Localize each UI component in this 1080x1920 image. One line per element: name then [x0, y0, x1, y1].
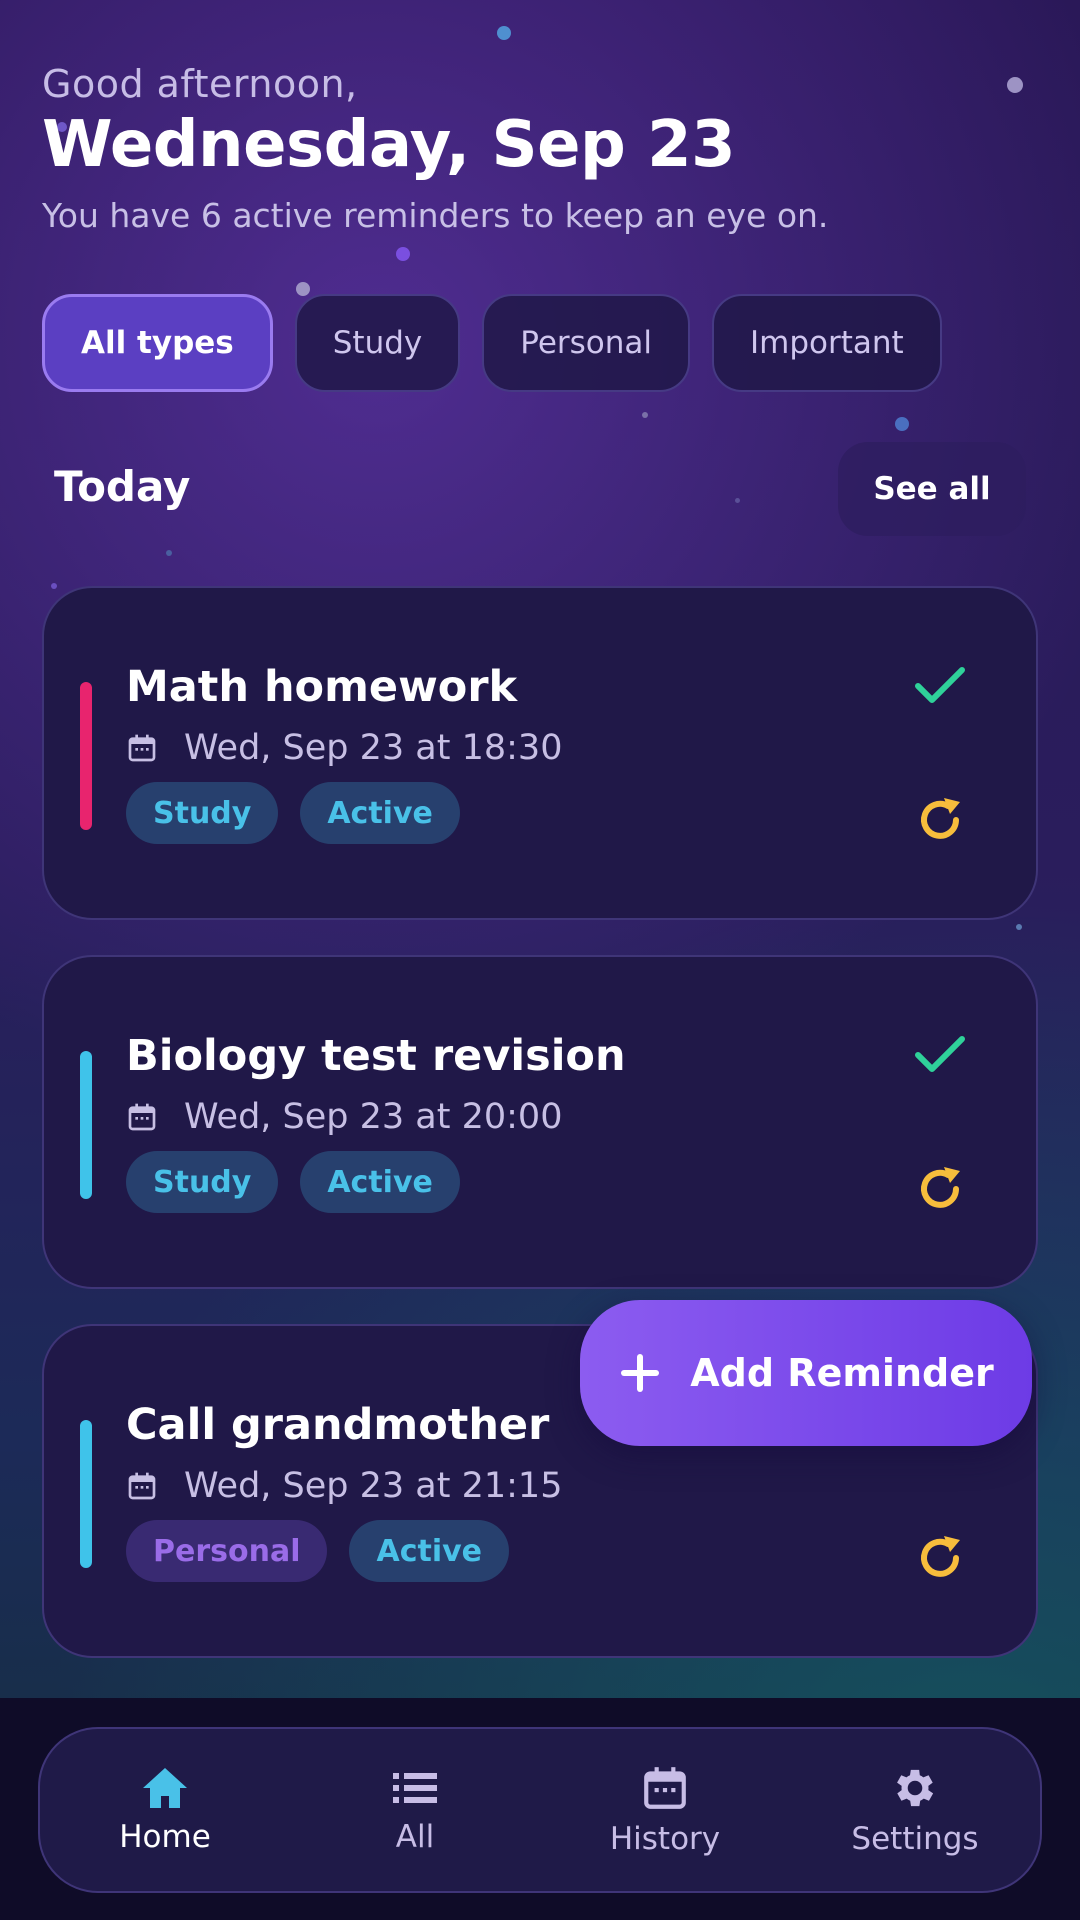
decorative-particle — [735, 498, 740, 503]
reminder-card[interactable]: Math homework Wed, Sep 23 at 18:30 Study… — [42, 586, 1038, 920]
decorative-particle — [51, 583, 57, 589]
reminder-time: Wed, Sep 23 at 18:30 — [126, 728, 562, 768]
check-icon[interactable] — [912, 662, 968, 710]
filter-study[interactable]: Study — [294, 294, 461, 392]
status-tag: Active — [349, 1520, 510, 1582]
category-tag: Study — [126, 782, 279, 844]
calendar-icon — [128, 734, 156, 762]
category-tag: Study — [126, 1151, 279, 1213]
reminder-time: Wed, Sep 23 at 21:15 — [126, 1466, 562, 1506]
nav-item-all[interactable]: All — [315, 1765, 515, 1855]
nav-label: Settings — [851, 1821, 979, 1857]
filter-chips: All types Study Personal Important — [42, 294, 942, 392]
reminder-accent-bar — [80, 682, 92, 830]
reminder-summary: You have 6 active reminders to keep an e… — [42, 196, 829, 235]
nav-item-history[interactable]: History — [565, 1763, 765, 1857]
reminder-time-text: Wed, Sep 23 at 21:15 — [184, 1466, 563, 1506]
filter-important[interactable]: Important — [712, 294, 942, 392]
decorative-particle — [396, 247, 410, 261]
nav-label: Home — [119, 1819, 211, 1855]
reminder-title: Call grandmother — [126, 1400, 550, 1450]
bottom-navigation: Home All History Settings — [38, 1727, 1042, 1893]
reminder-accent-bar — [80, 1051, 92, 1199]
refresh-icon[interactable] — [914, 1532, 966, 1584]
section-title: Today — [54, 462, 191, 511]
add-reminder-button[interactable]: Add Reminder — [580, 1300, 1032, 1446]
date-title: Wednesday, Sep 23 — [42, 108, 736, 182]
greeting-text: Good afternoon, — [42, 62, 358, 106]
gear-icon — [897, 1769, 934, 1807]
reminder-time: Wed, Sep 23 at 20:00 — [126, 1097, 562, 1137]
status-tag: Active — [300, 782, 460, 844]
refresh-icon[interactable] — [914, 1163, 966, 1215]
nav-item-home[interactable]: Home — [65, 1765, 265, 1855]
status-tag: Active — [300, 1151, 460, 1213]
decorative-particle — [642, 412, 648, 418]
decorative-particle — [497, 26, 511, 40]
header: Good afternoon, Wednesday, Sep 23 You ha… — [42, 62, 1042, 235]
check-icon[interactable] — [912, 1031, 968, 1079]
decorative-particle — [166, 550, 172, 556]
home-icon — [143, 1768, 187, 1808]
filter-all-types[interactable]: All types — [42, 294, 273, 392]
nav-item-settings[interactable]: Settings — [815, 1763, 1015, 1857]
calendar-icon — [128, 1472, 156, 1500]
decorative-particle — [1016, 924, 1022, 930]
category-tag: Personal — [126, 1520, 328, 1582]
calendar-icon — [128, 1103, 156, 1131]
reminder-tags: Personal Active — [126, 1520, 510, 1582]
reminder-time-text: Wed, Sep 23 at 20:00 — [184, 1097, 563, 1137]
calendar-icon — [644, 1767, 686, 1809]
reminder-title: Biology test revision — [126, 1031, 626, 1081]
see-all-button[interactable]: See all — [838, 442, 1026, 536]
filter-personal[interactable]: Personal — [482, 294, 691, 392]
plus-icon — [621, 1354, 660, 1392]
nav-label: All — [395, 1819, 435, 1855]
refresh-icon[interactable] — [914, 794, 966, 846]
reminder-tags: Study Active — [126, 782, 460, 844]
decorative-particle — [895, 417, 909, 431]
add-reminder-label: Add Reminder — [690, 1351, 994, 1395]
reminder-title: Math homework — [126, 662, 518, 712]
reminder-card[interactable]: Biology test revision Wed, Sep 23 at 20:… — [42, 955, 1038, 1289]
list-icon — [393, 1773, 437, 1803]
reminder-tags: Study Active — [126, 1151, 460, 1213]
nav-label: History — [609, 1821, 721, 1857]
reminder-time-text: Wed, Sep 23 at 18:30 — [184, 728, 563, 768]
reminder-accent-bar — [80, 1420, 92, 1568]
